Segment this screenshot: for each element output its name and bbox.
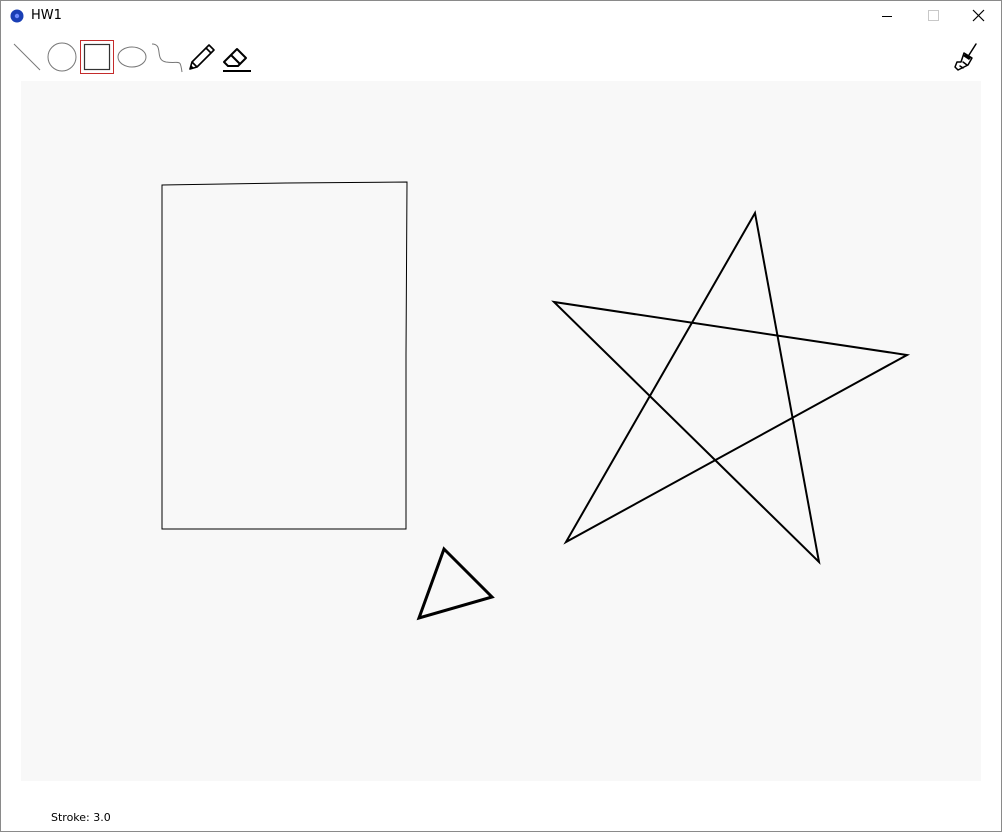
window-title: HW1 — [31, 8, 62, 23]
title-bar[interactable]: HW1 — [1, 1, 1001, 32]
maximize-button[interactable] — [909, 1, 955, 32]
ellipse-tool-button[interactable] — [115, 40, 149, 74]
circle-tool-button[interactable] — [45, 40, 79, 74]
drawn-triangle — [416, 546, 495, 621]
line-tool-button[interactable] — [10, 40, 44, 74]
eraser-tool-button[interactable] — [220, 40, 254, 74]
drawn-star — [551, 210, 911, 565]
curve-tool-button[interactable] — [150, 40, 184, 74]
app-window: HW1 Stroke: 3.0 — [0, 0, 1002, 832]
drawn-rectangle — [161, 181, 408, 530]
pencil-tool-button[interactable] — [185, 40, 219, 74]
toolbar — [1, 37, 1001, 77]
stroke-status: Stroke: 3.0 — [51, 811, 111, 824]
drawing-canvas[interactable] — [21, 81, 981, 781]
minimize-button[interactable] — [863, 1, 909, 32]
close-button[interactable] — [955, 1, 1001, 32]
clear-canvas-button[interactable] — [949, 40, 983, 74]
app-globe-icon — [10, 9, 24, 23]
rectangle-tool-button[interactable] — [80, 40, 114, 74]
